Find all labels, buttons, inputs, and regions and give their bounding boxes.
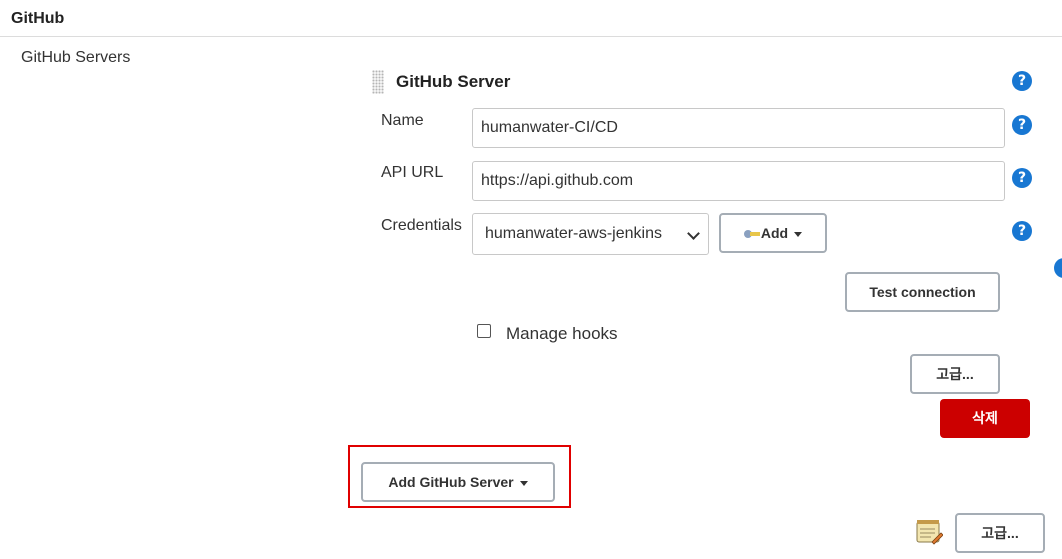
manage-hooks-checkbox[interactable]	[477, 324, 491, 338]
credentials-select[interactable]: humanwater-aws-jenkins	[472, 213, 709, 255]
caret-down-icon	[794, 231, 803, 237]
api-url-label: API URL	[381, 164, 444, 181]
add-button-label: Add	[760, 225, 789, 241]
api-url-input[interactable]	[472, 161, 1005, 201]
key-icon	[743, 229, 760, 239]
help-icon[interactable]	[1054, 258, 1062, 278]
drag-handle-icon[interactable]	[372, 70, 384, 94]
bottom-advanced-button[interactable]: 고급...	[955, 513, 1045, 553]
help-icon[interactable]: ?	[1012, 221, 1032, 241]
add-credentials-button[interactable]: Add	[719, 213, 827, 253]
test-connection-button[interactable]: Test connection	[845, 272, 1000, 312]
add-github-server-button[interactable]: Add GitHub Server	[361, 462, 555, 502]
help-icon[interactable]: ?	[1012, 168, 1032, 188]
manage-hooks-label: Manage hooks	[506, 324, 618, 343]
github-servers-label: GitHub Servers	[21, 49, 131, 66]
add-github-server-label: Add GitHub Server	[388, 474, 514, 490]
caret-down-icon	[519, 480, 528, 486]
help-icon[interactable]: ?	[1012, 115, 1032, 135]
notepad-icon[interactable]	[915, 518, 943, 546]
name-input[interactable]	[472, 108, 1005, 148]
name-label: Name	[381, 112, 424, 129]
credentials-selected-value: humanwater-aws-jenkins	[485, 225, 662, 242]
chevron-down-icon	[687, 227, 700, 240]
section-title: GitHub	[11, 10, 65, 27]
github-server-title: GitHub Server	[396, 72, 511, 91]
credentials-label: Credentials	[381, 217, 462, 234]
delete-button[interactable]: 삭제	[940, 399, 1030, 438]
advanced-button[interactable]: 고급...	[910, 354, 1000, 394]
section-divider	[0, 36, 1062, 37]
help-icon[interactable]: ?	[1012, 71, 1032, 91]
